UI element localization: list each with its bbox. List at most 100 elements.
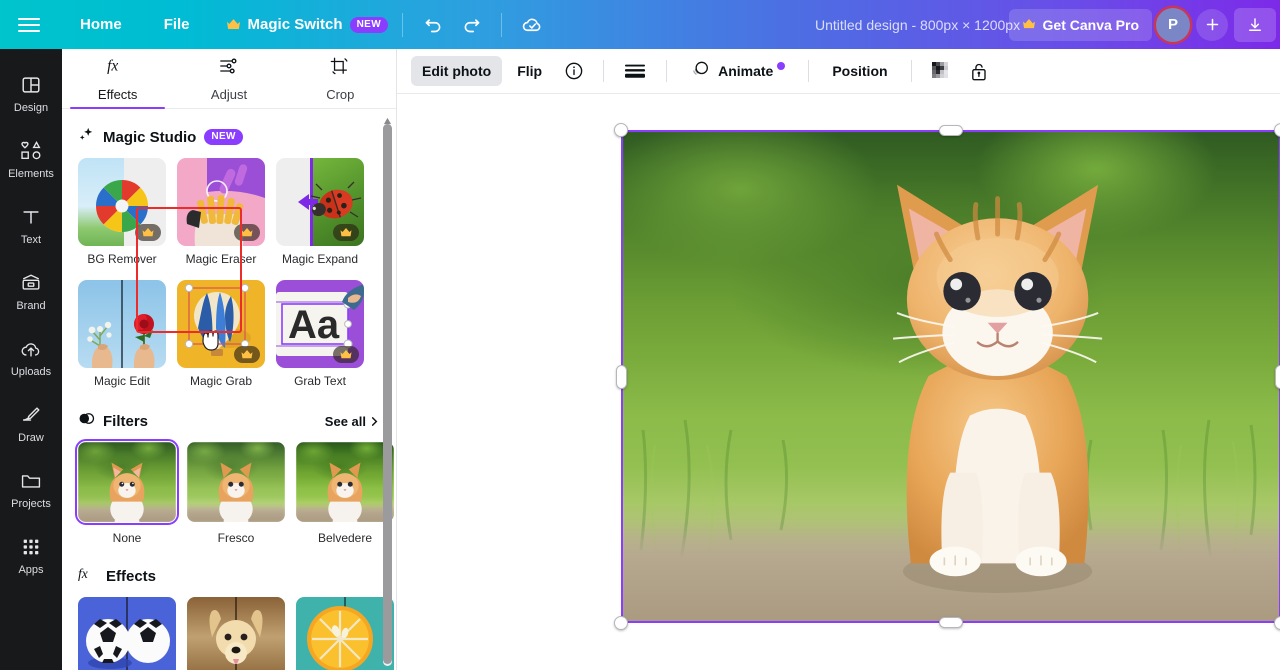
- panel-tabs: fx Effects Adjust Crop: [62, 49, 396, 109]
- magic-switch-button[interactable]: Magic Switch NEW: [226, 16, 389, 33]
- undo-icon[interactable]: [417, 9, 449, 41]
- tool-bg-remover[interactable]: BG Remover: [78, 158, 166, 266]
- hamburger-icon[interactable]: [18, 14, 48, 36]
- sidebar-item-text[interactable]: Text: [2, 193, 60, 259]
- filter-thumbnail: [187, 442, 285, 522]
- flip-button[interactable]: Flip: [506, 56, 553, 86]
- resize-handle-bottom-right[interactable]: [1274, 616, 1280, 630]
- tool-magic-grab[interactable]: Magic Grab: [177, 280, 265, 388]
- tool-thumbnail: [177, 280, 265, 368]
- redo-icon[interactable]: [455, 9, 487, 41]
- sidebar-item-apps[interactable]: Apps: [2, 523, 60, 589]
- sliders-icon: [218, 56, 240, 81]
- position-button[interactable]: Position: [821, 56, 898, 86]
- filters-icon: [78, 410, 95, 432]
- tool-magic-expand[interactable]: Magic Expand: [276, 158, 364, 266]
- sidebar-item-label: Apps: [18, 564, 44, 576]
- sidebar-item-design[interactable]: Design: [2, 61, 60, 127]
- tool-magic-edit[interactable]: Magic Edit: [78, 280, 166, 388]
- sidebar-item-label: Elements: [8, 168, 54, 180]
- file-menu-button[interactable]: File: [154, 10, 200, 39]
- filters-title: Filters: [103, 412, 149, 430]
- tool-thumbnail: [177, 158, 265, 246]
- fx-icon: fx: [106, 56, 130, 81]
- effect-thumbnail: [78, 597, 176, 670]
- effect-thumbnail: [187, 597, 285, 670]
- sidebar-item-uploads[interactable]: Uploads: [2, 325, 60, 391]
- orange-tabby-kitten-photo: [621, 130, 1280, 623]
- sparkle-icon: [78, 126, 95, 148]
- cloud-check-icon[interactable]: [516, 9, 548, 41]
- edit-photo-button[interactable]: Edit photo: [411, 56, 503, 86]
- pro-badge: [333, 346, 359, 363]
- resize-handle-middle-right[interactable]: [1275, 364, 1280, 389]
- lock-open-icon[interactable]: [962, 56, 996, 86]
- tool-magic-eraser[interactable]: Magic Eraser: [177, 158, 265, 266]
- svg-text:fx: fx: [107, 57, 118, 74]
- tool-thumbnail: [78, 280, 166, 368]
- home-button[interactable]: Home: [70, 10, 132, 39]
- transparency-icon[interactable]: [616, 56, 654, 86]
- scrollbar-thumb[interactable]: [383, 124, 392, 664]
- info-icon[interactable]: [557, 56, 591, 86]
- tab-effects[interactable]: fx Effects: [62, 49, 173, 109]
- filter-none[interactable]: None: [75, 439, 179, 545]
- crop-icon: [329, 56, 351, 81]
- resize-handle-middle-left[interactable]: [616, 364, 627, 389]
- tab-crop[interactable]: Crop: [285, 49, 396, 108]
- scroll-up-arrow-icon[interactable]: [383, 112, 392, 125]
- download-icon[interactable]: [1234, 7, 1276, 42]
- editor-toolbar: Edit photo Flip Animate Position: [397, 49, 1280, 94]
- canvas-area[interactable]: [397, 95, 1280, 670]
- sidebar-item-brand[interactable]: Brand: [2, 259, 60, 325]
- resize-handle-top-left[interactable]: [614, 123, 628, 137]
- pro-badge: [234, 346, 260, 363]
- toolbar-divider-1: [603, 60, 605, 82]
- effects-title: Effects: [106, 567, 157, 585]
- transparency-checker-icon[interactable]: [924, 56, 958, 86]
- design-icon: [20, 74, 42, 96]
- filter-thumbnail: [296, 442, 394, 522]
- get-canva-pro-button[interactable]: Get Canva Pro: [1008, 8, 1152, 41]
- animate-new-dot: [777, 62, 786, 70]
- left-rail: Design Elements Text Brand Uploads Draw …: [0, 49, 62, 670]
- magic-switch-new-badge: NEW: [349, 16, 389, 33]
- avatar[interactable]: P: [1156, 7, 1190, 42]
- resize-handle-top-center[interactable]: [939, 125, 963, 136]
- panel-content: Magic Studio NEW BG Remover Magic Eraser…: [62, 110, 396, 670]
- animate-button[interactable]: Animate: [679, 52, 796, 90]
- magic-studio-title: Magic Studio: [103, 128, 197, 146]
- tab-adjust[interactable]: Adjust: [173, 49, 284, 108]
- magic-studio-header: Magic Studio NEW: [78, 126, 380, 148]
- filters-see-all-button[interactable]: See all: [325, 414, 380, 429]
- effect-shadow-dog[interactable]: [187, 597, 285, 670]
- panel-scrollbar[interactable]: [382, 110, 393, 670]
- pro-badge: [234, 224, 260, 241]
- filter-fresco[interactable]: Fresco: [187, 442, 285, 545]
- tool-label: Magic Edit: [93, 374, 151, 388]
- plus-icon[interactable]: [1196, 8, 1228, 41]
- sidebar-item-label: Design: [13, 102, 49, 114]
- effect-shadow-orange[interactable]: [296, 597, 394, 670]
- filter-belvedere[interactable]: Belvedere: [296, 442, 394, 545]
- sidebar-item-draw[interactable]: Draw: [2, 391, 60, 457]
- fx-icon: fx: [78, 565, 98, 587]
- svg-text:fx: fx: [78, 566, 88, 581]
- sidebar-item-projects[interactable]: Projects: [2, 457, 60, 523]
- animate-icon: [690, 59, 711, 83]
- effect-shadow-soccer[interactable]: [78, 597, 176, 670]
- sidebar-item-label: Projects: [11, 498, 51, 510]
- tool-grab-text[interactable]: Aa Grab Text: [276, 280, 364, 388]
- selected-image-object[interactable]: [614, 123, 1280, 630]
- elements-icon: [19, 140, 43, 162]
- draw-pen-icon: [19, 404, 43, 426]
- filter-label: Fresco: [217, 531, 255, 545]
- tool-thumbnail: [276, 158, 364, 246]
- resize-handle-bottom-center[interactable]: [939, 617, 963, 628]
- top-bar: Home File Magic Switch NEW Untitled desi…: [0, 0, 1280, 49]
- magic-studio-row-2: Magic Edit Magic Grab Aa Grab Text: [78, 280, 380, 388]
- text-icon: [20, 206, 42, 228]
- document-title[interactable]: Untitled design - 800px × 1200px: [815, 17, 1020, 33]
- sidebar-item-elements[interactable]: Elements: [2, 127, 60, 193]
- resize-handle-bottom-left[interactable]: [614, 616, 628, 630]
